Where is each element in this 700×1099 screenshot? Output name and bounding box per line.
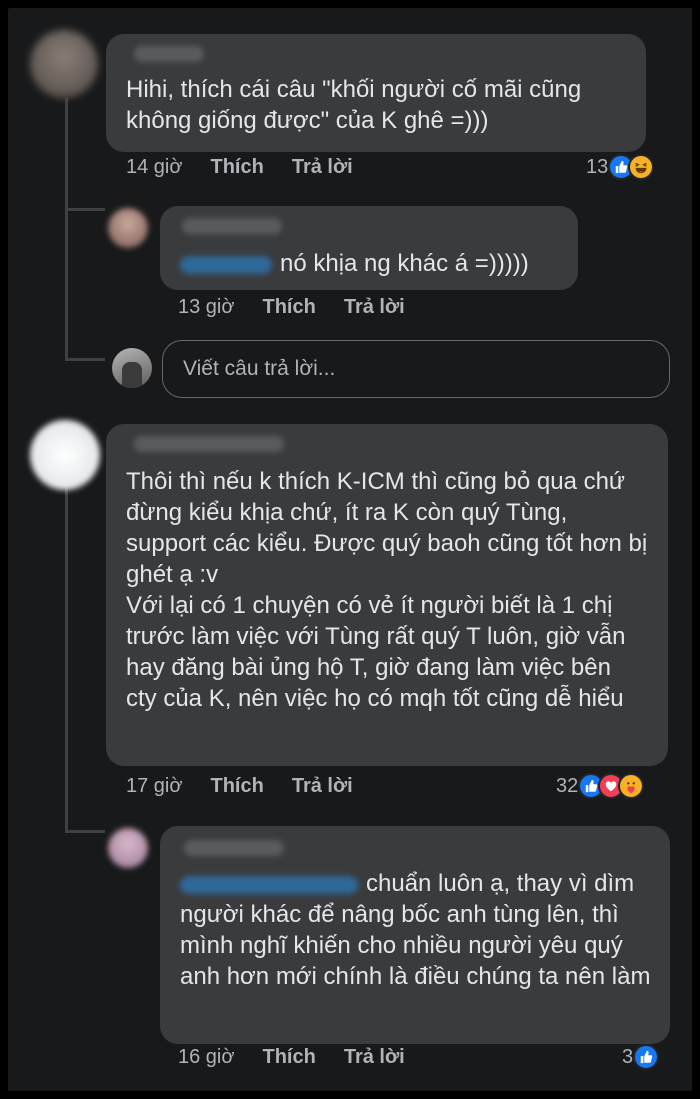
reply-input[interactable]: Viết câu trả lời... (162, 340, 670, 398)
avatar[interactable] (30, 420, 100, 490)
commenter-name[interactable] (134, 46, 204, 62)
mention-tag[interactable] (180, 255, 272, 274)
comment-bubble: Thôi thì nếu k thích K-ICM thì cũng bỏ q… (106, 424, 668, 766)
reply-bubble: chuẩn luôn ạ, thay vì dìm người khác để … (160, 826, 670, 1044)
comment-time[interactable]: 14 giờ (126, 156, 182, 179)
comment-bubble: Hihi, thích cái câu "khối người cố mãi c… (106, 34, 646, 152)
reaction-count: 13 (586, 155, 609, 178)
comment-thread: Hihi, thích cái câu "khối người cố mãi c… (8, 8, 692, 1091)
reply-text: nó khịa ng khác á =))))) (280, 250, 529, 277)
comment-text: Hihi, thích cái câu "khối người cố mãi c… (126, 76, 582, 134)
avatar[interactable] (30, 30, 98, 98)
replier-name[interactable] (182, 218, 282, 234)
reply-time[interactable]: 16 giờ (178, 1046, 234, 1069)
reaction-summary[interactable]: 3 (622, 1044, 660, 1070)
reply-meta: 13 giờ Thích Trả lời (178, 296, 433, 319)
like-button[interactable]: Thích (210, 156, 263, 179)
reply-text-block: chuẩn luôn ạ, thay vì dìm người khác để … (180, 868, 660, 992)
comment-time[interactable]: 17 giờ (126, 775, 182, 798)
reaction-summary[interactable]: 13 (586, 154, 655, 180)
comment-meta: 17 giờ Thích Trả lời (126, 775, 381, 798)
reply-text-row: nó khịa ng khác á =))))) (180, 248, 529, 279)
reply-button[interactable]: Trả lời (292, 775, 353, 798)
reaction-summary[interactable]: 32 (556, 773, 645, 799)
thread-branch (65, 208, 105, 211)
reply-bubble: nó khịa ng khác á =))))) (160, 206, 578, 290)
reply-button[interactable]: Trả lời (344, 1046, 405, 1069)
mention-tag[interactable] (180, 875, 358, 894)
comment-text: Thôi thì nếu k thích K-ICM thì cũng bỏ q… (126, 468, 648, 712)
current-user-avatar (112, 348, 152, 388)
reaction-count: 32 (556, 774, 579, 797)
comment-meta: 14 giờ Thích Trả lời (126, 156, 381, 179)
like-button[interactable]: Thích (262, 296, 315, 319)
replier-name[interactable] (184, 840, 284, 856)
commenter-name[interactable] (134, 436, 284, 452)
reply-button[interactable]: Trả lời (292, 156, 353, 179)
avatar[interactable] (108, 208, 148, 248)
reply-time[interactable]: 13 giờ (178, 296, 234, 319)
haha-icon (628, 154, 655, 180)
reply-button[interactable]: Trả lời (344, 296, 405, 319)
care-icon (618, 773, 645, 799)
thread-branch (65, 358, 105, 361)
avatar[interactable] (108, 828, 148, 868)
reply-meta: 16 giờ Thích Trả lời (178, 1046, 433, 1069)
thread-line (65, 98, 68, 358)
thread-branch (65, 830, 105, 833)
reaction-count: 3 (622, 1045, 634, 1068)
reply-input-placeholder: Viết câu trả lời... (183, 357, 336, 380)
like-button[interactable]: Thích (210, 775, 263, 798)
like-icon (633, 1044, 660, 1070)
like-button[interactable]: Thích (262, 1046, 315, 1069)
thread-line (65, 478, 68, 833)
